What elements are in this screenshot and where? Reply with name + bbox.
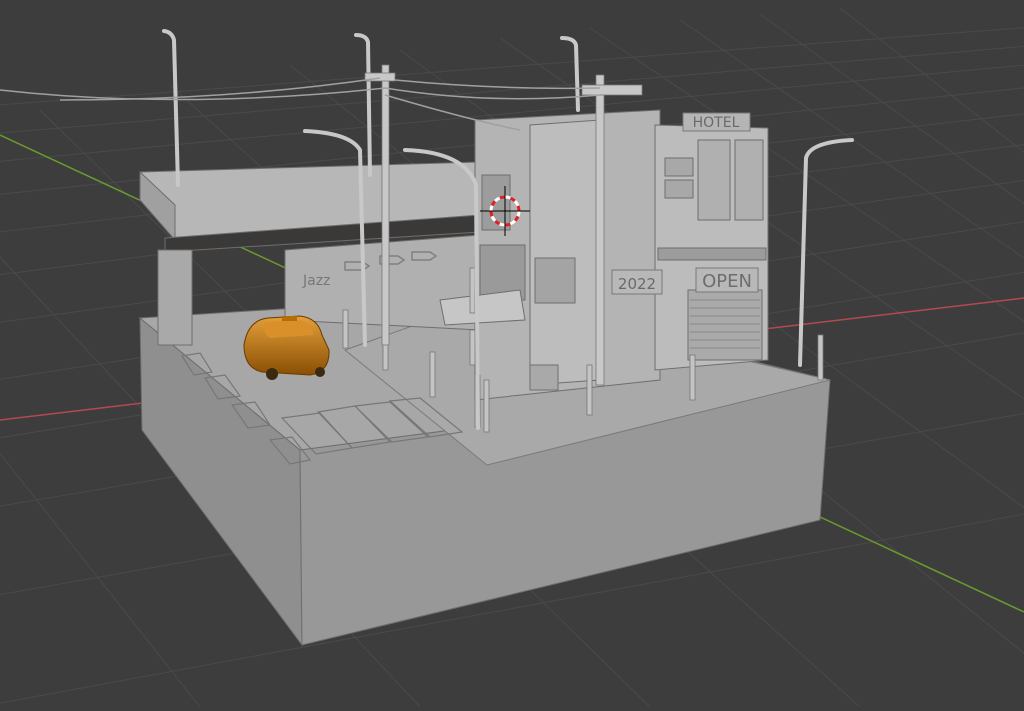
3d-viewport[interactable]: Jazz HOTEL OPEN 2022 [0, 0, 1024, 708]
car-model[interactable] [243, 315, 330, 380]
hotel-sign: HOTEL [682, 112, 751, 132]
hotel-sign-label: HOTEL [693, 115, 740, 131]
open-sign: OPEN [695, 267, 759, 293]
jazz-sign: Jazz [302, 273, 330, 289]
hotel-building[interactable] [654, 124, 769, 371]
viewport-canvas[interactable]: Jazz HOTEL OPEN 2022 [0, 0, 1024, 708]
jazz-sign-label: Jazz [302, 273, 330, 289]
year-sign: 2022 [611, 269, 663, 295]
overpass[interactable] [139, 161, 481, 346]
year-sign-label: 2022 [618, 275, 656, 293]
open-sign-label: OPEN [702, 271, 752, 292]
